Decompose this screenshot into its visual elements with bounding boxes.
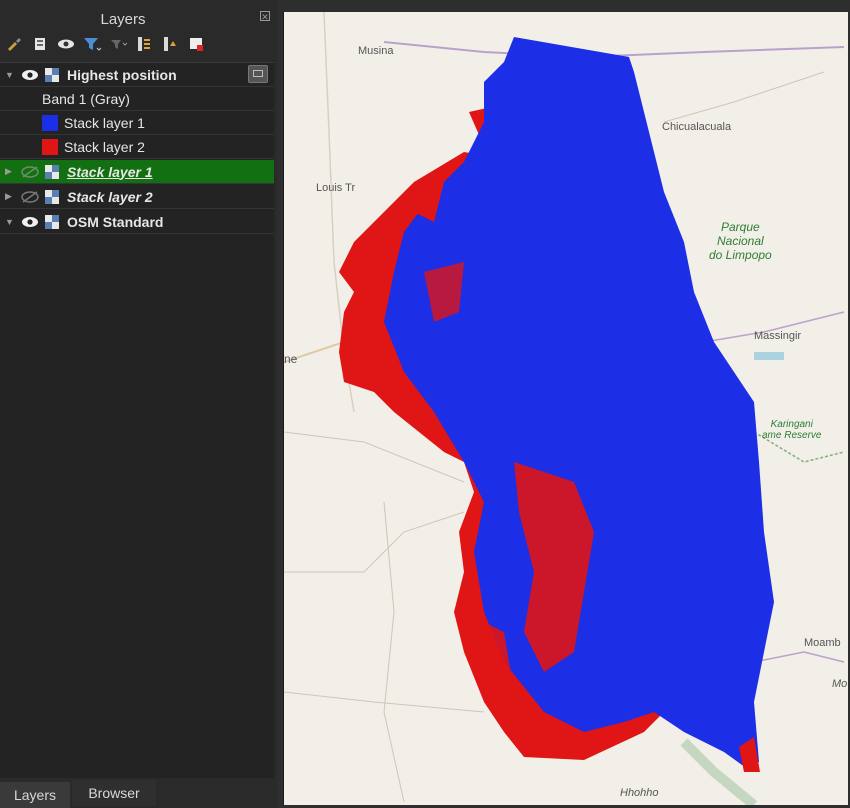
expand-arrow-icon[interactable]: ▼ <box>5 217 19 227</box>
layer-name: Highest position <box>67 66 177 83</box>
park-label-line: Parque <box>721 220 760 234</box>
collapsed-arrow-icon[interactable]: ▶ <box>5 191 19 202</box>
legend-label: Stack layer 1 <box>64 114 145 131</box>
remove-layer-icon[interactable] <box>186 34 206 54</box>
park-label: Parque Nacional do Limpopo <box>709 220 772 262</box>
filter-icon[interactable] <box>82 34 102 54</box>
place-label: Louis Tr <box>316 182 356 194</box>
place-label: ne <box>284 352 298 366</box>
layer-item-stack-layer-2[interactable]: ▶ Stack layer 2 <box>0 185 274 209</box>
filter-legend-icon[interactable] <box>108 34 128 54</box>
panel-tabs: Layers Browser <box>0 778 277 808</box>
layer-item-osm-standard[interactable]: ▼ OSM Standard <box>0 210 274 234</box>
legend-band-label: Band 1 (Gray) <box>0 87 274 111</box>
expand-arrow-icon[interactable]: ▼ <box>5 70 19 80</box>
place-label: Mo <box>832 678 848 690</box>
layer-item-highest-position[interactable]: ▼ Highest position <box>0 63 274 87</box>
layer-name: Stack layer 2 <box>67 188 153 205</box>
raster-layer-icon <box>45 164 61 179</box>
layer-settings-button[interactable] <box>248 65 268 83</box>
visibility-eye-icon[interactable] <box>21 69 41 81</box>
layers-panel: Layers ✕ ▼ Highest position Band 1 (Gray… <box>0 0 277 808</box>
park-label-line: Nacional <box>717 234 764 248</box>
hidden-eye-icon[interactable] <box>21 190 41 203</box>
raster-layer-icon <box>45 214 61 229</box>
layer-name: OSM Standard <box>67 213 164 230</box>
close-panel-icon[interactable]: ✕ <box>260 11 270 22</box>
park-label-line: ame Reserve <box>762 430 822 441</box>
expand-all-icon[interactable] <box>134 34 154 54</box>
style-icon[interactable] <box>4 34 24 54</box>
raster-layer-icon <box>45 189 61 204</box>
layer-name: Stack layer 1 <box>67 163 153 180</box>
legend-swatch-red <box>42 138 58 155</box>
layer-item-stack-layer-1[interactable]: ▶ Stack layer 1 <box>0 160 274 184</box>
add-group-icon[interactable] <box>30 34 50 54</box>
park-label-line: Karingani <box>770 419 813 430</box>
hidden-eye-icon[interactable] <box>21 165 41 178</box>
legend-label: Stack layer 2 <box>64 138 145 155</box>
band-label: Band 1 (Gray) <box>42 90 130 107</box>
panel-title: Layers <box>100 11 146 28</box>
map-graphics <box>284 12 845 805</box>
place-label: Massingir <box>754 330 802 342</box>
collapse-all-icon[interactable] <box>160 34 180 54</box>
place-label: Moamb <box>804 637 841 649</box>
place-label: Musina <box>358 45 394 57</box>
park-label-line: do Limpopo <box>709 248 772 262</box>
tab-layers[interactable]: Layers <box>0 780 70 808</box>
legend-item-stack-2: Stack layer 2 <box>0 135 274 159</box>
layers-toolbar <box>4 34 206 54</box>
legend-item-stack-1: Stack layer 1 <box>0 111 274 135</box>
visibility-eye-icon[interactable] <box>21 216 41 228</box>
reserve-label: Karingani ame Reserve <box>762 419 821 441</box>
place-label: Hhohho <box>620 787 659 799</box>
collapsed-arrow-icon[interactable]: ▶ <box>5 166 19 177</box>
map-canvas[interactable]: Musina Chicualacuala Louis Tr ne Massing… <box>283 12 848 805</box>
raster-layer-icon <box>45 67 61 82</box>
layer-tree: ▼ Highest position Band 1 (Gray) Stack l… <box>0 62 274 779</box>
place-label: Chicualacuala <box>662 121 732 133</box>
legend-swatch-blue <box>42 114 58 131</box>
visibility-icon[interactable] <box>56 34 76 54</box>
tab-browser[interactable]: Browser <box>72 780 156 806</box>
